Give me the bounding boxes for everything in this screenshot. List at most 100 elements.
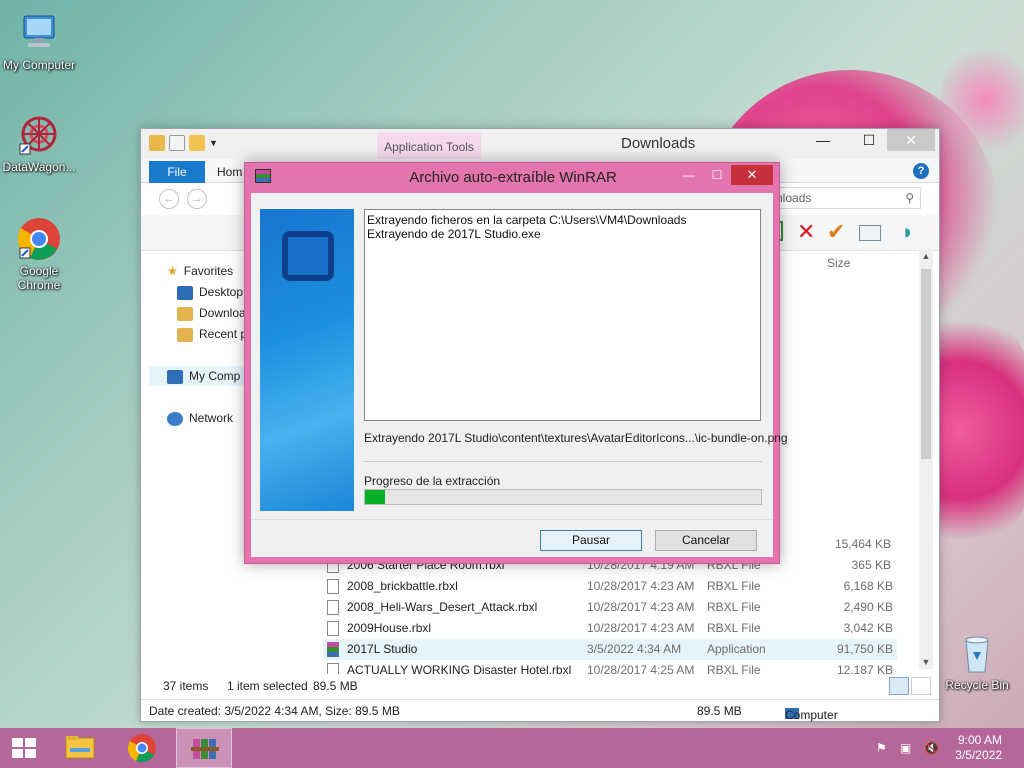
window-title: Downloads: [621, 135, 696, 152]
view-toggle: [889, 677, 931, 695]
explorer-title-bar[interactable]: ▼ Application Tools Downloads — ☐ ✕: [141, 129, 939, 161]
search-input[interactable]: nloads ⚲: [769, 187, 921, 209]
tab-home[interactable]: Hom: [217, 165, 242, 179]
forward-button[interactable]: →: [187, 189, 207, 209]
network-status-icon[interactable]: ▣: [900, 741, 914, 755]
winrar-banner-image: [260, 209, 354, 511]
file-icon: [327, 663, 339, 674]
maximize-button[interactable]: ☐: [851, 129, 887, 151]
back-button[interactable]: ←: [159, 189, 179, 209]
desktop-icon-datawagon[interactable]: DataWagon...: [0, 112, 78, 174]
desktop-icon-label: My Computer: [2, 58, 76, 72]
file-name: 2017L Studio: [347, 642, 418, 656]
details-size: 89.5 MB: [697, 704, 742, 718]
desktop-icon: [177, 285, 193, 300]
clock-time: 9:00 AM: [957, 733, 1002, 747]
separator: [364, 461, 762, 462]
windows-logo-icon: [12, 738, 36, 758]
chrome-icon: [16, 216, 62, 262]
progress-fill: [365, 490, 385, 504]
selection-size: 89.5 MB: [313, 679, 358, 693]
nav-label: Downloa: [199, 306, 246, 320]
desktop-icon-label: DataWagon...: [2, 160, 76, 174]
nav-label: Network: [189, 411, 234, 425]
new-folder-icon[interactable]: [189, 135, 205, 151]
checkmark-icon[interactable]: ✔: [827, 221, 845, 243]
winrar-dialog: Archivo auto-extraíble WinRAR — ☐ ✕ Extr…: [244, 162, 788, 564]
pause-button[interactable]: Pausar: [540, 530, 642, 551]
file-size: 2,490 KB: [843, 600, 893, 614]
desktop-icon-my-computer[interactable]: My Computer: [0, 10, 78, 72]
column-header-size[interactable]: Size: [827, 256, 850, 270]
desktop-icon-recycle-bin[interactable]: Recycle Bin: [938, 630, 1016, 692]
help-icon[interactable]: ?: [913, 163, 929, 179]
scroll-up-icon[interactable]: ▲: [919, 251, 933, 261]
system-tray: ⚑ ▣ 🔇 9:00 AM 3/5/2022: [864, 728, 1024, 768]
computer-icon: [16, 10, 62, 56]
winrar-app-icon: [327, 642, 339, 657]
file-name: 2008_Heli-Wars_Desert_Attack.rbxl: [347, 600, 538, 614]
folder-icon[interactable]: [149, 135, 165, 151]
close-button[interactable]: ✕: [731, 165, 773, 185]
minimize-button[interactable]: —: [675, 165, 703, 185]
file-date: 10/28/2017 4:25 AM: [587, 663, 695, 674]
taskbar-chrome[interactable]: [114, 728, 170, 768]
file-row[interactable]: 2009House.rbxl 10/28/2017 4:23 AM RBXL F…: [323, 618, 897, 639]
quick-access-toolbar: ▼: [149, 135, 218, 151]
scrollbar-thumb[interactable]: [921, 269, 931, 459]
cancel-button[interactable]: Cancelar: [655, 530, 757, 551]
volume-muted-icon[interactable]: 🔇: [924, 741, 939, 755]
minimize-button[interactable]: —: [805, 129, 841, 151]
file-row-selected[interactable]: 2017L Studio 3/5/2022 4:34 AM Applicatio…: [323, 639, 897, 660]
file-size: 91,750 KB: [836, 642, 893, 656]
close-button[interactable]: ✕: [887, 129, 935, 151]
file-row[interactable]: ACTUALLY WORKING Disaster Hotel.rbxl 10/…: [323, 660, 897, 674]
progress-label: Progreso de la extracción: [364, 474, 501, 488]
file-explorer-icon: [65, 736, 95, 759]
file-size: 15,464 KB: [834, 537, 891, 551]
chevron-down-icon[interactable]: ▼: [209, 135, 218, 151]
desktop-icon-label: Google Chrome: [17, 264, 61, 292]
start-button[interactable]: [0, 728, 48, 768]
properties-icon[interactable]: [169, 135, 185, 151]
application-tools-context-tab[interactable]: Application Tools: [377, 133, 481, 161]
tab-file[interactable]: File: [149, 161, 205, 183]
shell-icon[interactable]: ◗: [901, 221, 914, 243]
flag-icon[interactable]: ⚑: [876, 741, 890, 755]
details-info: Date created: 3/5/2022 4:34 AM, Size: 89…: [149, 704, 400, 718]
file-row[interactable]: 2008_Heli-Wars_Desert_Attack.rbxl 10/28/…: [323, 597, 897, 618]
file-icon: [327, 600, 339, 615]
details-view-icon[interactable]: [889, 677, 909, 695]
winrar-title-bar[interactable]: Archivo auto-extraíble WinRAR — ☐ ✕: [245, 163, 779, 189]
chrome-icon: [127, 734, 156, 763]
details-bar: Date created: 3/5/2022 4:34 AM, Size: 89…: [141, 699, 939, 722]
nav-label: Desktop: [199, 285, 244, 299]
current-file-label: Extrayendo 2017L Studio\content\textures…: [364, 431, 788, 445]
star-icon: ★: [167, 264, 178, 278]
file-type: RBXL File: [707, 663, 761, 674]
maximize-button[interactable]: ☐: [703, 165, 731, 185]
taskbar: ⚑ ▣ 🔇 9:00 AM 3/5/2022: [0, 728, 1024, 768]
taskbar-file-explorer[interactable]: [52, 728, 108, 768]
file-type: RBXL File: [707, 621, 761, 635]
item-count: 37 items: [163, 679, 209, 693]
desktop-icon-chrome[interactable]: Google Chrome: [0, 216, 78, 292]
status-bar: 37 items 1 item selected 89.5 MB: [141, 675, 939, 697]
navigation-pane: ★ Favorites Desktop Downloa Recent p My C…: [149, 253, 249, 673]
scroll-down-icon[interactable]: ▼: [919, 657, 933, 667]
extraction-log[interactable]: Extrayendo ficheros en la carpeta C:\Use…: [364, 209, 761, 421]
vertical-scrollbar[interactable]: ▲ ▼: [919, 249, 933, 669]
file-row[interactable]: 2008_brickbattle.rbxl 10/28/2017 4:23 AM…: [323, 576, 897, 597]
nav-my-computer[interactable]: My Comp: [149, 366, 249, 386]
rename-icon[interactable]: [859, 225, 881, 241]
winrar-icon: [191, 739, 219, 759]
delete-icon[interactable]: ✕: [797, 221, 815, 243]
clock[interactable]: 9:00 AM 3/5/2022: [942, 733, 1002, 763]
large-icons-view-icon[interactable]: [911, 677, 931, 695]
file-icon: [327, 579, 339, 594]
file-name: 2009House.rbxl: [347, 621, 432, 635]
taskbar-winrar[interactable]: [176, 728, 232, 768]
location-label: Computer: [785, 708, 838, 722]
selection-count: 1 item selected: [227, 679, 308, 693]
search-icon: ⚲: [905, 191, 914, 205]
